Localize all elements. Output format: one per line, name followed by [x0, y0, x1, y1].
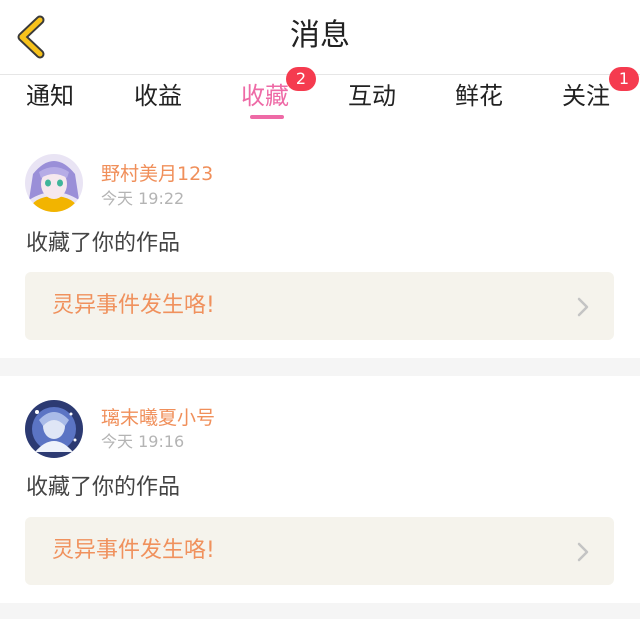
timestamp: 今天 19:22: [101, 189, 185, 208]
card-separator: [0, 603, 640, 619]
follows-count-badge: 1: [609, 67, 639, 91]
tab-interactions[interactable]: 互动: [348, 81, 396, 111]
username[interactable]: 野村美月123: [101, 162, 213, 186]
timestamp: 今天 19:16: [101, 432, 185, 451]
active-tab-indicator: [250, 115, 284, 119]
message-card: 璃末曦夏小号 今天 19:16 收藏了你的作品 灵异事件发生咯!: [0, 376, 640, 603]
tab-bar: 通知 收益 收藏 2 互动 鲜花 关注 1: [0, 67, 640, 125]
work-link[interactable]: 灵异事件发生咯!: [25, 272, 614, 340]
avatar[interactable]: [25, 154, 83, 212]
tab-label: 收藏: [241, 82, 289, 110]
username[interactable]: 璃末曦夏小号: [101, 406, 215, 430]
action-text: 收藏了你的作品: [26, 475, 181, 500]
tab-notifications[interactable]: 通知: [26, 81, 74, 111]
card-separator: [0, 358, 640, 376]
tab-label: 关注: [562, 82, 610, 110]
tab-label: 鲜花: [455, 82, 503, 110]
chevron-right-icon: [577, 542, 589, 562]
tab-flowers[interactable]: 鲜花: [455, 81, 503, 111]
tab-earnings[interactable]: 收益: [134, 81, 182, 111]
tab-label: 收益: [134, 82, 182, 110]
tab-favorites[interactable]: 收藏: [241, 81, 289, 111]
header-bar: 消息: [0, 0, 640, 75]
action-text: 收藏了你的作品: [26, 231, 181, 256]
message-card: 野村美月123 今天 19:22 收藏了你的作品 灵异事件发生咯!: [0, 126, 640, 358]
chevron-right-icon: [577, 297, 589, 317]
tab-label: 通知: [26, 82, 74, 110]
work-title: 灵异事件发生咯!: [52, 293, 215, 318]
page-title: 消息: [290, 18, 350, 53]
work-title: 灵异事件发生咯!: [52, 538, 215, 563]
tab-label: 互动: [348, 82, 396, 110]
tab-follows[interactable]: 关注: [562, 81, 610, 111]
favorites-count-badge: 2: [286, 67, 316, 91]
avatar[interactable]: [25, 400, 83, 458]
work-link[interactable]: 灵异事件发生咯!: [25, 517, 614, 585]
